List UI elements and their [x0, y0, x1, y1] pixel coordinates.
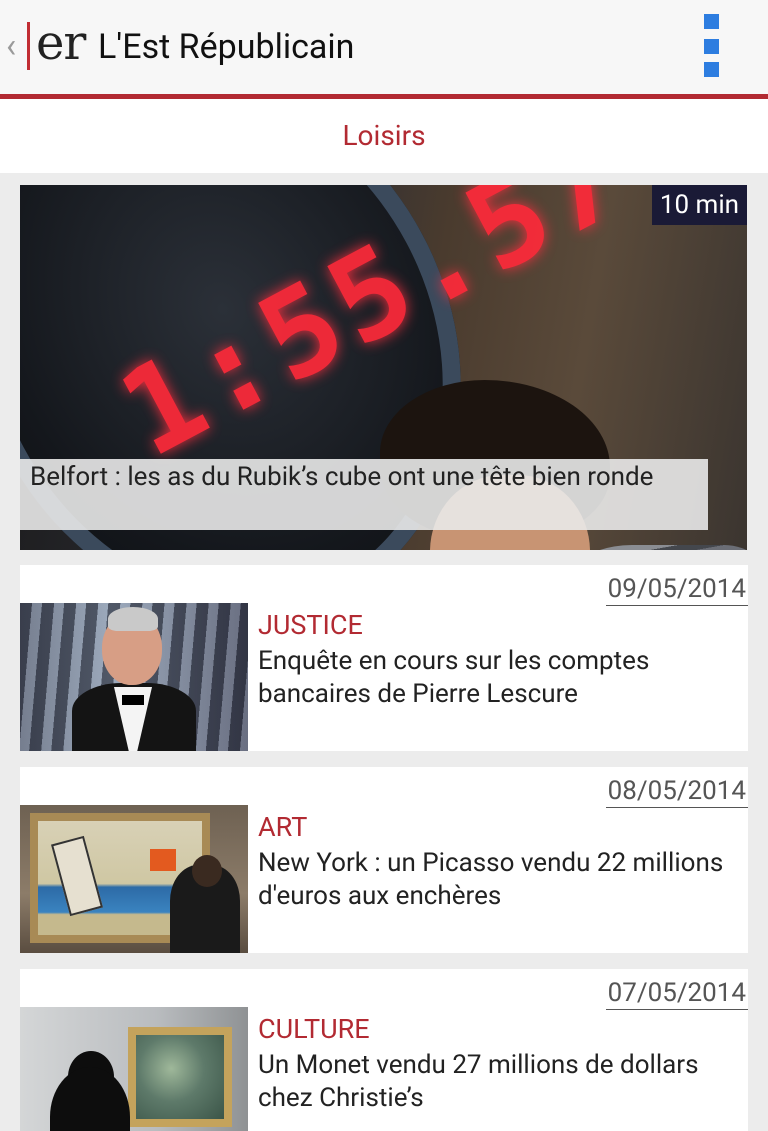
article-date: 08/05/2014 [605, 776, 748, 808]
overflow-menu-icon[interactable] [696, 14, 726, 80]
article-category: JUSTICE [258, 609, 363, 641]
article-thumbnail [20, 805, 248, 953]
hero-caption: Belfort : les as du Rubik’s cube ont une… [20, 459, 708, 530]
section-title: Loisirs [0, 99, 768, 173]
article-date: 09/05/2014 [605, 574, 748, 606]
hero-article[interactable]: 1:55.57 10 min Belfort : les as du Rubik… [20, 185, 747, 550]
list-item[interactable]: 07/05/2014 CULTURE Un Monet vendu 27 mil… [20, 969, 748, 1131]
article-headline: Enquête en cours sur les comptes bancair… [258, 646, 650, 709]
app-title: L'Est Républicain [98, 27, 355, 67]
menu-dot [704, 14, 719, 29]
app-logo[interactable]: er [36, 14, 86, 72]
hero-time-badge: 10 min [651, 185, 747, 225]
list-item[interactable]: 08/05/2014 ART New York : un Picasso ven… [20, 767, 748, 953]
article-date: 07/05/2014 [605, 978, 748, 1010]
back-chevron-icon[interactable]: ‹ [6, 26, 16, 66]
article-headline: New York : un Picasso vendu 22 millions … [258, 848, 724, 911]
article-thumbnail [20, 603, 248, 751]
list-item[interactable]: 09/05/2014 JUSTICE Enquête en cours sur … [20, 565, 748, 751]
article-thumbnail [20, 1007, 248, 1131]
article-category: ART [258, 811, 308, 843]
logo-accent-bar [27, 22, 30, 70]
article-category: CULTURE [258, 1013, 370, 1045]
menu-dot [704, 62, 719, 77]
action-bar: ‹ er L'Est Républicain [0, 0, 768, 94]
article-headline: Un Monet vendu 27 millions de dollars ch… [258, 1050, 699, 1113]
menu-dot [704, 39, 719, 54]
